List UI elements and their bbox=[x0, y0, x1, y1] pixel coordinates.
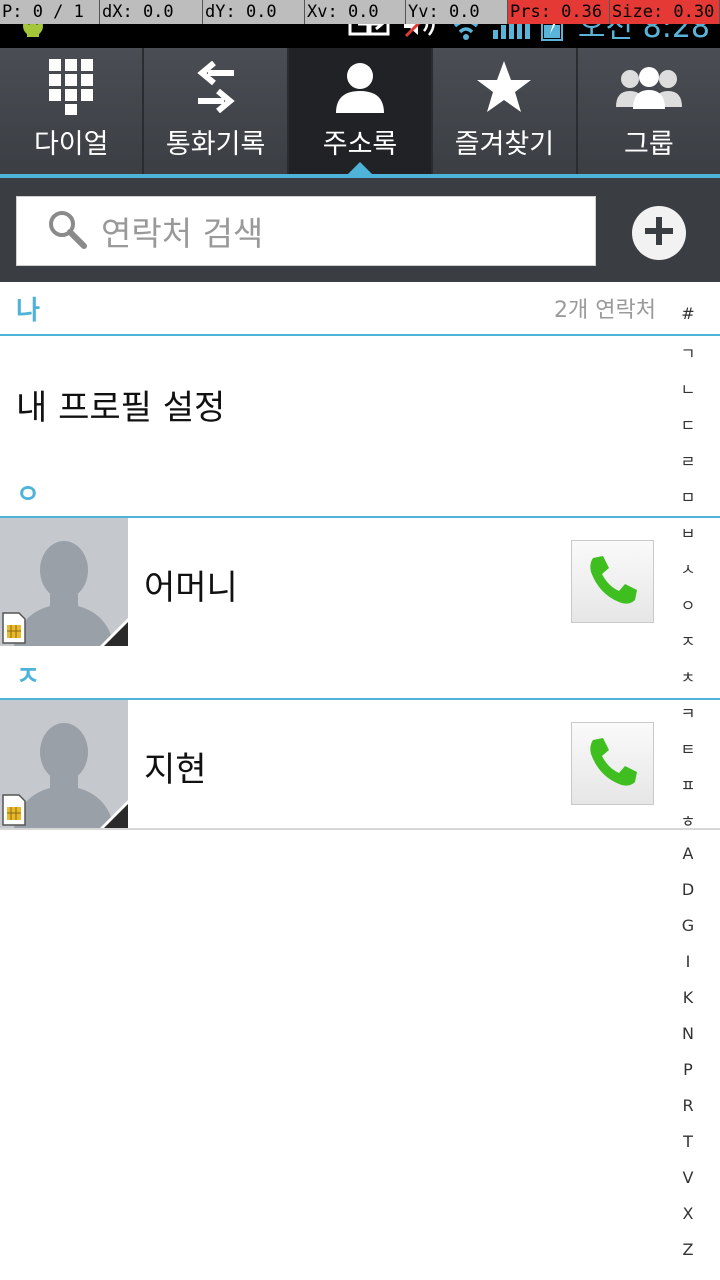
call-button[interactable] bbox=[571, 540, 654, 623]
index-letter[interactable]: ㄹ bbox=[668, 448, 708, 472]
index-letter[interactable]: ㅂ bbox=[668, 520, 708, 544]
index-letter[interactable]: ㄴ bbox=[668, 376, 708, 400]
debug-dy: dY: 0.0 bbox=[203, 0, 305, 24]
star-icon bbox=[475, 58, 533, 116]
tab-call-log[interactable]: 통화기록 bbox=[144, 48, 289, 174]
index-letter[interactable]: D bbox=[668, 880, 708, 899]
section-letter: 나 bbox=[16, 296, 40, 326]
pointer-debug-overlay: P: 0 / 1 dX: 0.0 dY: 0.0 Xv: 0.0 Yv: 0.0… bbox=[0, 0, 720, 24]
index-letter[interactable]: N bbox=[668, 1024, 708, 1043]
index-letter[interactable]: Z bbox=[668, 1240, 708, 1259]
my-profile-row[interactable]: 내 프로필 설정 bbox=[0, 336, 664, 466]
index-letter[interactable]: P bbox=[668, 1060, 708, 1079]
index-letter[interactable]: # bbox=[668, 304, 708, 323]
phone-icon bbox=[585, 552, 641, 612]
contact-row[interactable]: 어머니 bbox=[0, 518, 664, 646]
tab-dialer[interactable]: 다이얼 bbox=[0, 48, 145, 174]
index-letter[interactable]: ㅇ bbox=[668, 592, 708, 616]
plus-icon bbox=[643, 215, 675, 251]
contact-name: 지현 bbox=[144, 750, 207, 790]
tab-label: 그룹 bbox=[623, 129, 674, 160]
tab-label: 통화기록 bbox=[165, 129, 266, 160]
status-bar: 오전 8:28 P: 0 / 1 dX: 0.0 dY: 0.0 Xv: 0.0… bbox=[0, 0, 720, 48]
section-header-na: 나 2개 연락처 bbox=[0, 282, 664, 336]
sim-card-icon bbox=[2, 794, 26, 830]
index-letter[interactable]: X bbox=[668, 1204, 708, 1223]
call-log-icon bbox=[196, 58, 236, 116]
contact-count: 2개 연락처 bbox=[554, 298, 656, 323]
my-profile-label: 내 프로필 설정 bbox=[16, 388, 226, 428]
section-letter: ㅈ bbox=[16, 662, 40, 692]
contacts-icon bbox=[334, 58, 386, 116]
debug-yv: Yv: 0.0 bbox=[406, 0, 508, 24]
tab-bar: 다이얼 통화기록 주소록 즐겨찾기 그룹 bbox=[0, 48, 720, 174]
section-letter: ㅇ bbox=[16, 480, 40, 510]
group-icon bbox=[615, 58, 682, 116]
tab-favorites[interactable]: 즐겨찾기 bbox=[433, 48, 578, 174]
debug-xv: Xv: 0.0 bbox=[305, 0, 406, 24]
index-letter[interactable]: ㅌ bbox=[668, 736, 708, 760]
contact-row[interactable]: 지현 bbox=[0, 700, 664, 828]
index-letter[interactable]: ㅎ bbox=[668, 808, 708, 832]
tab-groups[interactable]: 그룹 bbox=[577, 48, 720, 174]
debug-dx: dX: 0.0 bbox=[100, 0, 203, 24]
active-tab-pointer bbox=[348, 162, 373, 174]
index-letter[interactable]: K bbox=[668, 988, 708, 1007]
index-letter[interactable]: I bbox=[668, 952, 708, 971]
index-letter[interactable]: G bbox=[668, 916, 708, 935]
search-icon bbox=[47, 209, 87, 253]
index-letter[interactable]: V bbox=[668, 1168, 708, 1187]
index-letter[interactable]: ㅈ bbox=[668, 628, 708, 652]
index-letter[interactable]: ㅅ bbox=[668, 556, 708, 580]
section-header-j: ㅈ bbox=[0, 648, 664, 702]
index-letter[interactable]: ㅋ bbox=[668, 700, 708, 724]
index-letter[interactable]: ㅁ bbox=[668, 484, 708, 508]
phone-icon bbox=[585, 734, 641, 794]
index-letter[interactable]: ㄱ bbox=[668, 340, 708, 364]
tab-label: 즐겨찾기 bbox=[454, 129, 555, 160]
index-letter[interactable]: ㅍ bbox=[668, 772, 708, 796]
section-header-o: ㅇ bbox=[0, 466, 664, 520]
debug-pointer: P: 0 / 1 bbox=[0, 0, 100, 24]
search-placeholder: 연락처 검색 bbox=[101, 214, 264, 253]
debug-pressure: Prs: 0.36 bbox=[508, 0, 610, 24]
search-bar: 연락처 검색 bbox=[0, 178, 720, 282]
contact-name: 어머니 bbox=[144, 568, 238, 608]
list-end-divider bbox=[0, 828, 720, 830]
index-letter[interactable]: ㅊ bbox=[668, 664, 708, 688]
index-letter[interactable]: A bbox=[668, 844, 708, 863]
index-letter[interactable]: T bbox=[668, 1132, 708, 1151]
debug-size: Size: 0.30 bbox=[610, 0, 720, 24]
index-letter[interactable]: ㄷ bbox=[668, 412, 708, 436]
tab-label: 주소록 bbox=[322, 129, 398, 160]
tab-contacts[interactable]: 주소록 bbox=[288, 48, 434, 174]
index-letter[interactable]: R bbox=[668, 1096, 708, 1115]
add-contact-button[interactable] bbox=[632, 206, 686, 260]
sim-card-icon bbox=[2, 612, 26, 648]
call-button[interactable] bbox=[571, 722, 654, 805]
dialpad-icon bbox=[49, 58, 94, 116]
search-input[interactable]: 연락처 검색 bbox=[16, 196, 596, 266]
tab-label: 다이얼 bbox=[33, 129, 109, 160]
fast-scroll-index[interactable]: # ㄱㄴㄷㄹㅁㅂㅅㅇㅈㅊㅋㅌㅍㅎ A D G I K N P R T V X Z bbox=[668, 298, 708, 1268]
